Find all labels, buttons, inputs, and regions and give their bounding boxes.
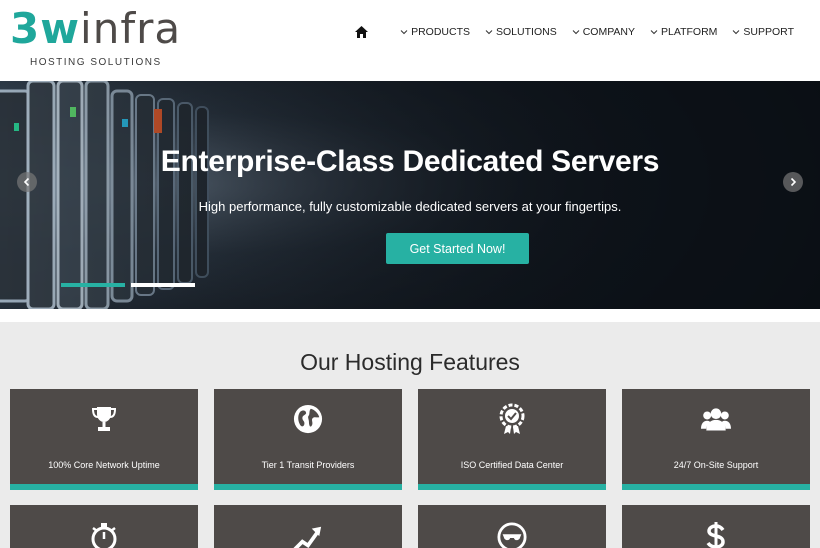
- nav-item-platform[interactable]: PLATFORM: [650, 26, 717, 38]
- chevron-down-icon: [400, 30, 408, 35]
- chevron-left-icon: [23, 177, 30, 187]
- users-icon: [701, 403, 731, 435]
- chevron-down-icon: [733, 30, 740, 35]
- section-title: Our Hosting Features: [300, 349, 520, 375]
- get-started-button[interactable]: Get Started Now!: [386, 233, 529, 264]
- feature-label: ISO Certified Data Center: [460, 460, 564, 470]
- slider-indicator-2[interactable]: [131, 283, 195, 287]
- chevron-right-icon: [790, 177, 797, 187]
- sunglasses-face-icon: [497, 521, 527, 548]
- feature-card-speed[interactable]: [10, 505, 198, 548]
- feature-card-transit[interactable]: Tier 1 Transit Providers: [214, 389, 402, 490]
- server-rack-image: [0, 81, 820, 309]
- main-nav: PRODUCTS SOLUTIONS COMPANY PLATFORM SUPP…: [355, 24, 794, 40]
- site-header: 3winfra HOSTING SOLUTIONS PRODUCTS SOLUT…: [0, 0, 820, 81]
- feature-card-pricing[interactable]: [622, 505, 810, 548]
- home-icon[interactable]: [355, 25, 369, 39]
- chevron-down-icon: [485, 30, 493, 35]
- hero-subtitle: High performance, fully customizable ded…: [198, 199, 622, 214]
- slider-next-button[interactable]: [783, 172, 803, 192]
- feature-card-uptime[interactable]: 100% Core Network Uptime: [10, 389, 198, 490]
- feature-card-cool[interactable]: [418, 505, 606, 548]
- slider-indicator-1[interactable]: [61, 283, 125, 287]
- slider-prev-button[interactable]: [17, 172, 37, 192]
- nav-item-support[interactable]: SUPPORT: [732, 26, 794, 38]
- hero-title: Enterprise-Class Dedicated Servers: [160, 145, 660, 178]
- dollar-icon: [701, 521, 731, 548]
- logo-tagline: HOSTING SOLUTIONS: [30, 57, 162, 68]
- chevron-down-icon: [650, 30, 658, 35]
- nav-item-products[interactable]: PRODUCTS: [400, 26, 470, 38]
- hosting-features-section: Our Hosting Features 100% Core Network U…: [0, 322, 820, 548]
- feature-label: 100% Core Network Uptime: [48, 460, 160, 470]
- feature-label: 24/7 On-Site Support: [673, 460, 759, 470]
- logo-wordmark: 3winfra: [10, 4, 182, 53]
- trophy-icon: [89, 403, 119, 435]
- growth-arrow-icon: [293, 521, 323, 548]
- feature-card-iso[interactable]: ISO Certified Data Center: [418, 389, 606, 490]
- hero-slider: Enterprise-Class Dedicated Servers High …: [0, 81, 820, 309]
- nav-item-company[interactable]: COMPANY: [572, 26, 635, 38]
- globe-icon: [293, 403, 323, 435]
- certified-badge-icon: [497, 403, 527, 435]
- chevron-down-icon: [572, 30, 580, 35]
- feature-card-support[interactable]: 24/7 On-Site Support: [622, 389, 810, 490]
- stopwatch-icon: [89, 521, 119, 548]
- feature-card-growth[interactable]: [214, 505, 402, 548]
- nav-item-solutions[interactable]: SOLUTIONS: [485, 26, 557, 38]
- logo[interactable]: 3winfra HOSTING SOLUTIONS: [10, 8, 180, 70]
- feature-label: Tier 1 Transit Providers: [261, 460, 355, 470]
